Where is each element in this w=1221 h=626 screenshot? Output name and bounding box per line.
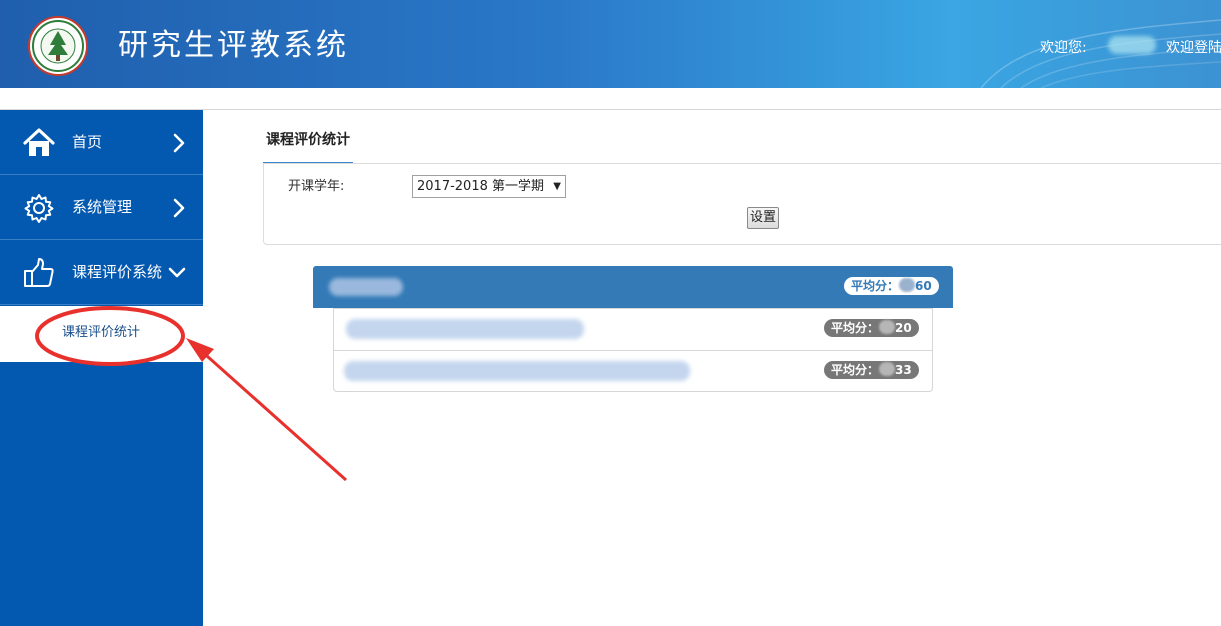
sidebar: 首页 系统管理 课程评价系统 课程评价统计: [0, 110, 203, 626]
course-name-redacted: [344, 361, 690, 381]
app-header: 研究生评教系统 欢迎您: 欢迎登陆!: [0, 0, 1221, 88]
system-title: 研究生评教系统: [118, 28, 349, 63]
score-redacted: [879, 320, 896, 334]
academic-year-value: 2017-2018 第一学期: [417, 179, 544, 194]
average-score-suffix: 20: [895, 321, 912, 335]
username-redacted: [1108, 36, 1156, 54]
average-score-label: 平均分：: [831, 321, 880, 335]
average-score-suffix: 60: [915, 279, 932, 293]
average-score-suffix: 33: [895, 363, 912, 377]
average-score-badge: 平均分： 33: [824, 361, 919, 379]
group-name-redacted: [329, 278, 403, 296]
home-icon: [22, 127, 56, 159]
average-score-badge: 平均分： 60: [844, 277, 939, 295]
average-score-label: 平均分：: [851, 279, 900, 293]
average-score-badge: 平均分： 20: [824, 319, 919, 337]
score-redacted: [899, 278, 916, 292]
sidebar-subitem-course-evaluation-stats[interactable]: 课程评价统计: [62, 324, 140, 342]
university-seal-icon: [28, 16, 88, 76]
sidebar-item-home[interactable]: 首页: [0, 110, 203, 175]
academic-year-label: 开课学年:: [288, 179, 345, 194]
tab-course-evaluation-stats[interactable]: 课程评价统计: [263, 120, 353, 164]
sidebar-submenu: 课程评价统计: [0, 306, 203, 362]
chevron-right-icon: [170, 132, 188, 154]
average-score-label: 平均分：: [831, 363, 880, 377]
sidebar-item-course-evaluation[interactable]: 课程评价系统: [0, 240, 203, 305]
filter-panel: [263, 164, 1221, 245]
score-redacted: [879, 362, 896, 376]
annotation-arrow-line: [197, 346, 347, 482]
academic-year-select[interactable]: 2017-2018 第一学期 ▼: [412, 175, 566, 198]
welcome-label: 欢迎您:: [1040, 40, 1087, 56]
sidebar-item-system-management[interactable]: 系统管理: [0, 175, 203, 240]
sidebar-item-label: 系统管理: [72, 198, 133, 216]
dropdown-arrow-icon: ▼: [553, 181, 561, 192]
chevron-right-icon: [170, 197, 188, 219]
set-button[interactable]: 设置: [747, 207, 780, 229]
sidebar-item-label: 课程评价系统: [72, 263, 163, 281]
gear-icon: [22, 192, 56, 224]
course-name-redacted: [346, 319, 584, 339]
chevron-down-icon: [168, 262, 186, 284]
welcome-message: 欢迎登陆!: [1166, 40, 1221, 56]
thumbs-up-icon: [22, 257, 56, 289]
sidebar-item-label: 首页: [72, 133, 103, 151]
